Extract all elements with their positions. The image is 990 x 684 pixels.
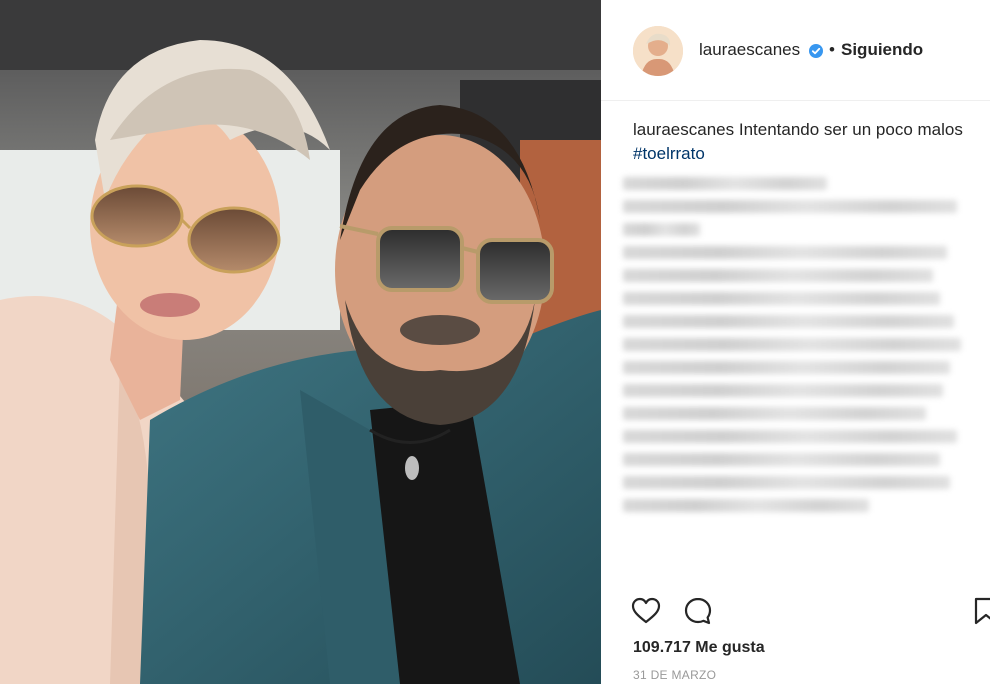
heart-icon[interactable] bbox=[631, 596, 661, 626]
comment-line bbox=[623, 177, 828, 190]
comment-icon[interactable] bbox=[683, 596, 713, 626]
caption-hashtag[interactable]: #toelrrato bbox=[633, 144, 705, 163]
post-date: 31 DE MARZO bbox=[633, 668, 717, 682]
comment-line bbox=[623, 292, 940, 305]
blurred-comments bbox=[623, 168, 975, 588]
comment-line bbox=[623, 453, 940, 466]
caption-username[interactable]: lauraescanes bbox=[633, 120, 734, 139]
comment-line bbox=[623, 246, 947, 259]
comment-line bbox=[623, 200, 958, 213]
comment-line bbox=[623, 430, 958, 443]
comment-line bbox=[623, 338, 961, 351]
comment-line bbox=[623, 476, 951, 489]
selfie-image bbox=[0, 0, 601, 684]
likes-number: 109.717 bbox=[633, 639, 691, 656]
avatar[interactable] bbox=[633, 26, 683, 76]
post-actions bbox=[601, 590, 990, 630]
comment-line bbox=[623, 269, 933, 282]
likes-label: Me gusta bbox=[695, 639, 765, 656]
instagram-post: lauraescanes • Siguiendo lauraescanes In… bbox=[0, 0, 990, 684]
header-separator: • bbox=[829, 40, 835, 59]
post-header: lauraescanes • Siguiendo bbox=[601, 0, 990, 101]
post-photo[interactable] bbox=[0, 0, 601, 684]
bookmark-icon[interactable] bbox=[971, 596, 990, 626]
avatar-image bbox=[633, 26, 683, 76]
verified-badge-icon bbox=[809, 44, 823, 58]
comment-line bbox=[623, 361, 951, 374]
post-side-panel: lauraescanes • Siguiendo lauraescanes In… bbox=[601, 0, 990, 684]
comment-line bbox=[623, 223, 701, 236]
comment-line bbox=[623, 315, 954, 328]
comment-line bbox=[623, 499, 870, 512]
caption-text: Intentando ser un poco malos bbox=[738, 120, 963, 139]
header-username[interactable]: lauraescanes bbox=[699, 40, 800, 60]
following-button[interactable]: Siguiendo bbox=[841, 40, 923, 60]
post-caption: lauraescanes Intentando ser un poco malo… bbox=[633, 118, 963, 166]
comment-line bbox=[623, 384, 944, 397]
comment-line bbox=[623, 407, 926, 420]
likes-count[interactable]: 109.717 Me gusta bbox=[633, 639, 765, 657]
